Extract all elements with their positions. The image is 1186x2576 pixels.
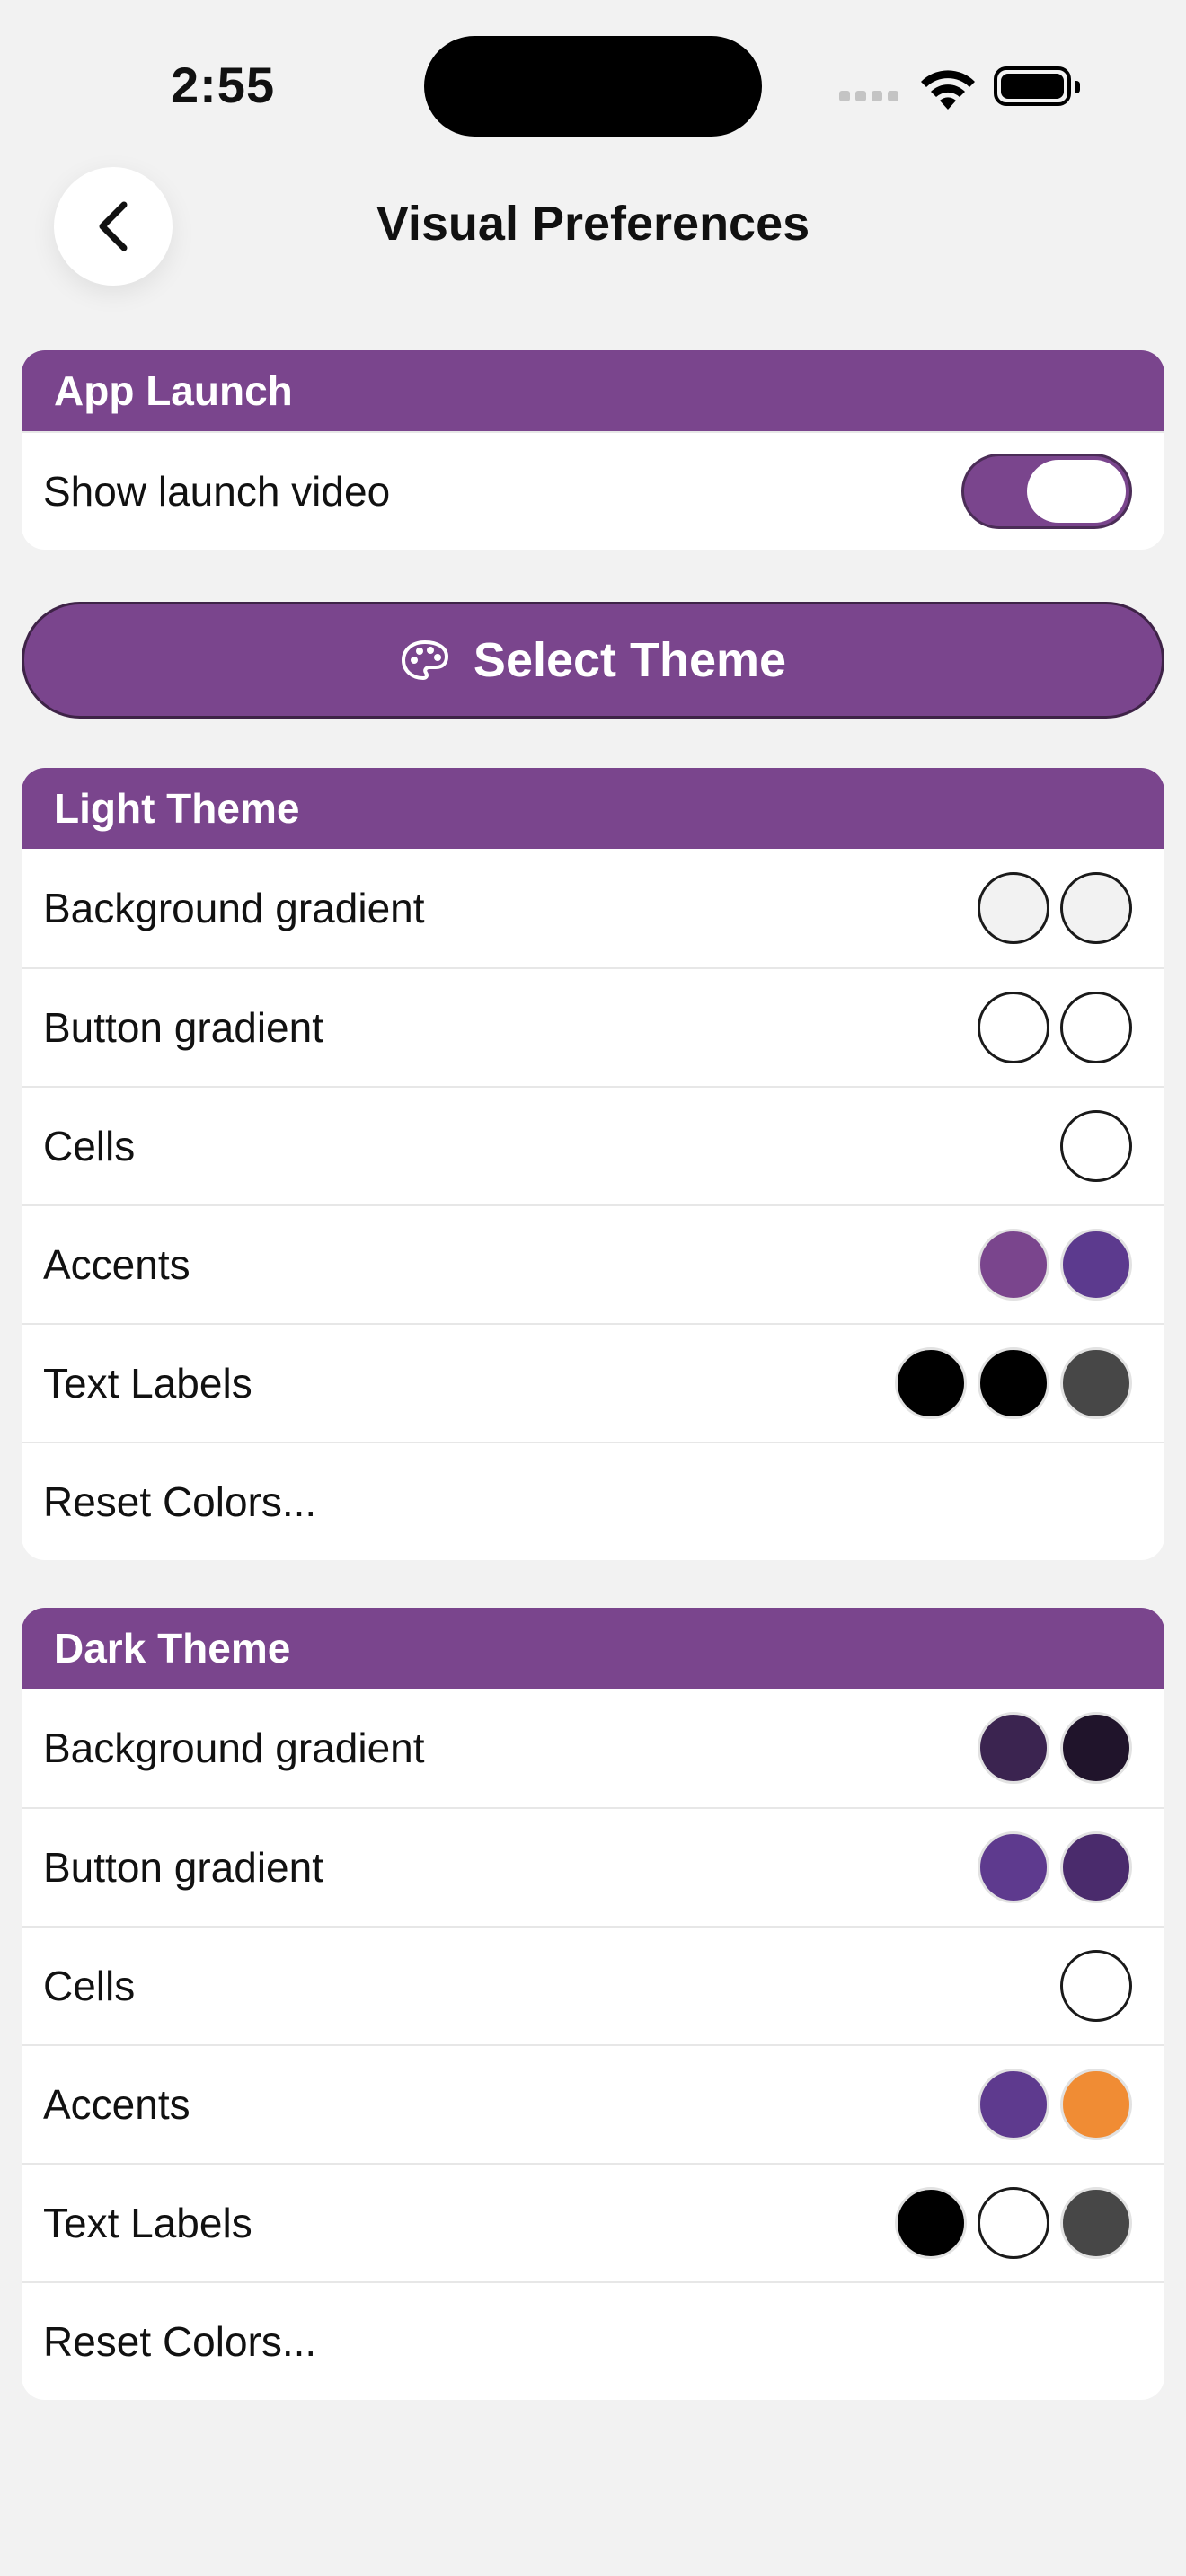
color-swatch[interactable] [1060,1110,1132,1182]
color-swatches [978,1712,1132,1784]
row-label: Background gradient [43,1725,425,1771]
color-swatches [978,1831,1132,1903]
color-swatches [1060,1110,1132,1182]
color-swatch[interactable] [978,1831,1049,1903]
color-row[interactable]: Cells [22,1086,1164,1204]
color-row[interactable]: Accents [22,2044,1164,2163]
color-row[interactable]: Button gradient [22,967,1164,1086]
color-swatches [1060,1950,1132,2022]
row-label: Cells [43,1123,136,1169]
status-bar: 2:55 [0,0,1186,153]
wifi-icon [921,70,975,110]
color-row[interactable]: Text Labels [22,2163,1164,2281]
dynamic-island [424,36,762,137]
color-swatches [978,2069,1132,2140]
color-swatches [895,1347,1132,1419]
status-time: 2:55 [171,57,276,113]
row-label: Button gradient [43,1004,324,1051]
row-label: Text Labels [43,1360,252,1407]
cellular-signal-icon [839,90,904,106]
palette-icon [401,640,448,681]
color-swatch[interactable] [895,1347,967,1419]
section-header: Light Theme [22,768,1164,849]
color-swatch[interactable] [978,2187,1049,2259]
reset-colors-button[interactable]: Reset Colors... [22,1442,1164,1560]
color-swatch[interactable] [1060,1347,1132,1419]
row-label: Reset Colors... [43,2318,317,2365]
light-theme-section: Light Theme Background gradient Button gr… [22,768,1164,1560]
section-header: Dark Theme [22,1608,1164,1689]
color-swatch[interactable] [1060,1712,1132,1784]
row-label: Reset Colors... [43,1478,317,1525]
reset-colors-button[interactable]: Reset Colors... [22,2281,1164,2400]
color-swatch[interactable] [1060,1229,1132,1301]
color-swatches [978,992,1132,1063]
show-launch-video-toggle[interactable] [961,454,1132,529]
color-row[interactable]: Button gradient [22,1807,1164,1926]
section-header: App Launch [22,350,1164,431]
color-row[interactable]: Cells [22,1926,1164,2044]
page-title: Visual Preferences [376,197,810,251]
color-swatches [978,1229,1132,1301]
select-theme-button[interactable]: Select Theme [22,602,1164,719]
battery-icon [994,66,1080,106]
color-swatch[interactable] [1060,872,1132,944]
color-swatch[interactable] [978,1347,1049,1419]
row-label: Accents [43,1241,190,1288]
row-label: Background gradient [43,885,425,931]
color-swatch[interactable] [978,872,1049,944]
row-label: Text Labels [43,2200,252,2246]
color-swatches [895,2187,1132,2259]
color-swatch[interactable] [1060,992,1132,1063]
color-swatch[interactable] [1060,1831,1132,1903]
color-swatch[interactable] [978,992,1049,1063]
color-swatch[interactable] [895,2187,967,2259]
color-row[interactable]: Background gradient [22,849,1164,967]
color-swatch[interactable] [978,1712,1049,1784]
color-row[interactable]: Accents [22,1204,1164,1323]
dark-theme-section: Dark Theme Background gradient Button gra… [22,1608,1164,2400]
color-row[interactable]: Background gradient [22,1689,1164,1807]
color-swatch[interactable] [1060,2187,1132,2259]
color-row[interactable]: Text Labels [22,1323,1164,1442]
row-label: Accents [43,2081,190,2128]
row-label: Button gradient [43,1844,324,1891]
row-label: Show launch video [43,468,391,515]
show-launch-video-row: Show launch video [22,431,1164,550]
color-swatch[interactable] [1060,2069,1132,2140]
color-swatch[interactable] [1060,1950,1132,2022]
select-theme-label: Select Theme [473,633,787,687]
color-swatch[interactable] [978,1229,1049,1301]
color-swatch[interactable] [978,2069,1049,2140]
row-label: Cells [43,1963,136,2009]
app-launch-section: App Launch Show launch video [22,350,1164,550]
color-swatches [978,872,1132,944]
